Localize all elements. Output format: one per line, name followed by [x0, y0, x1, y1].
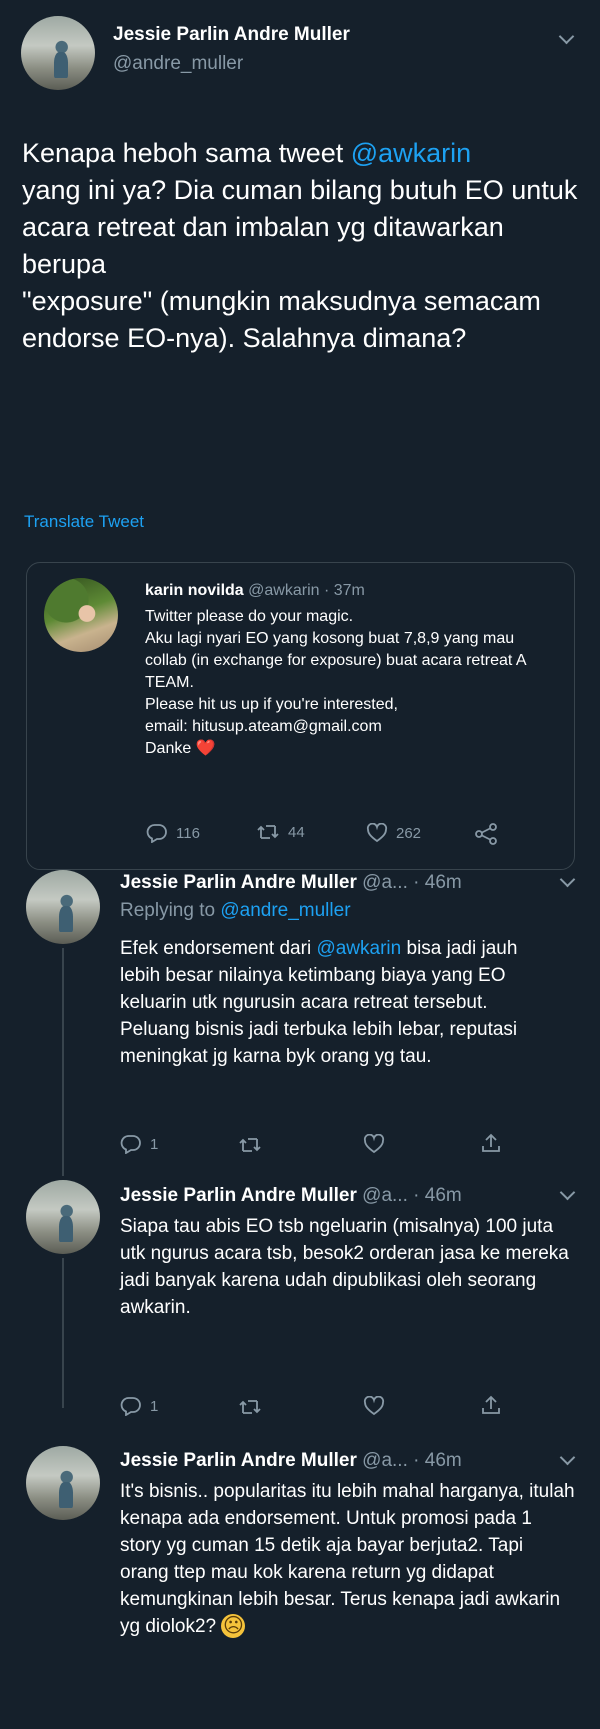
author-handle[interactable]: @a... [362, 872, 408, 893]
retweet-action[interactable] [238, 1398, 262, 1416]
share-icon [482, 1395, 500, 1414]
like-action[interactable] [363, 1134, 385, 1154]
retweet-icon [239, 1138, 261, 1152]
heart-icon [363, 1134, 385, 1154]
author-name[interactable]: Jessie Parlin Andre Muller [120, 1450, 357, 1471]
reply-action[interactable]: 1 [120, 1134, 158, 1154]
tweet-text: Kenapa heboh sama tweet @awkarin yang in… [22, 138, 578, 353]
chevron-down-icon[interactable] [558, 28, 575, 45]
author-handle[interactable]: @a... [362, 1185, 408, 1206]
reply-icon [146, 824, 167, 843]
quoted-tweet-header: karin novilda @awkarin · 37m [145, 582, 365, 600]
share-action[interactable] [480, 1394, 502, 1416]
heart-icon [366, 823, 388, 843]
retweet-icon [257, 825, 279, 839]
author-name[interactable]: Jessie Parlin Andre Muller [113, 24, 350, 46]
like-action[interactable]: 262 [366, 823, 421, 843]
reply-count: 116 [176, 824, 200, 842]
author-handle[interactable]: @andre_muller [113, 53, 243, 75]
reply-action[interactable]: 116 [146, 823, 200, 843]
thread-line [62, 948, 64, 1176]
mention-link[interactable]: @andre_muller [220, 900, 350, 921]
frowning-face-emoji: ☹ [221, 1614, 246, 1638]
retweet-action[interactable]: 44 [256, 823, 305, 841]
avatar[interactable] [21, 16, 95, 90]
tweet-time: · 46m [413, 1185, 462, 1206]
thread-line [62, 1258, 64, 1408]
avatar[interactable] [26, 870, 100, 944]
chevron-down-icon[interactable] [559, 1449, 576, 1466]
replying-to: Replying to @andre_muller [120, 900, 351, 921]
tweet-time: · 37m [323, 582, 365, 599]
reply-header: Jessie Parlin Andre Muller @a... · 46m [120, 1450, 462, 1472]
heart-icon [363, 1396, 385, 1416]
reply-text: Efek endorsement dari @awkarin bisa jadi… [120, 938, 518, 1067]
mention-link[interactable]: @awkarin [351, 138, 471, 168]
share-icon [475, 823, 497, 845]
reply-icon [120, 1135, 141, 1154]
reply-text: It's bisnis.. popularitas itu lebih maha… [120, 1481, 575, 1638]
retweet-action[interactable] [238, 1136, 262, 1154]
author-handle[interactable]: @a... [362, 1450, 408, 1471]
avatar[interactable] [44, 578, 118, 652]
reply-text: Siapa tau abis EO tsb ngeluarin (misalny… [120, 1216, 569, 1318]
author-name[interactable]: Jessie Parlin Andre Muller [120, 872, 357, 893]
author-handle[interactable]: @awkarin [248, 582, 319, 599]
reply-action[interactable]: 1 [120, 1396, 158, 1416]
reply-icon [120, 1397, 141, 1416]
reply-header: Jessie Parlin Andre Muller @a... · 46m [120, 1185, 462, 1207]
author-name[interactable]: karin novilda [145, 582, 244, 599]
reply-count: 1 [150, 1397, 159, 1415]
chevron-down-icon[interactable] [559, 871, 576, 888]
avatar[interactable] [26, 1180, 100, 1254]
avatar[interactable] [26, 1446, 100, 1520]
tweet-time: · 46m [413, 872, 462, 893]
share-icon [482, 1133, 500, 1152]
reply-header: Jessie Parlin Andre Muller @a... · 46m [120, 872, 462, 894]
share-action[interactable] [474, 823, 498, 845]
retweet-icon [239, 1400, 261, 1414]
tweet-time: · 46m [413, 1450, 462, 1471]
chevron-down-icon[interactable] [559, 1184, 576, 1201]
author-name[interactable]: Jessie Parlin Andre Muller [120, 1185, 357, 1206]
quoted-tweet-text: Twitter please do your magic. Aku lagi n… [145, 608, 526, 757]
retweet-count: 44 [288, 823, 305, 841]
reply-count: 1 [150, 1135, 159, 1153]
share-action[interactable] [480, 1132, 502, 1154]
mention-link[interactable]: @awkarin [316, 938, 401, 959]
heart-emoji: ❤️ [195, 740, 216, 757]
like-action[interactable] [363, 1396, 385, 1416]
like-count: 262 [396, 824, 422, 842]
translate-tweet-link[interactable]: Translate Tweet [24, 512, 144, 532]
